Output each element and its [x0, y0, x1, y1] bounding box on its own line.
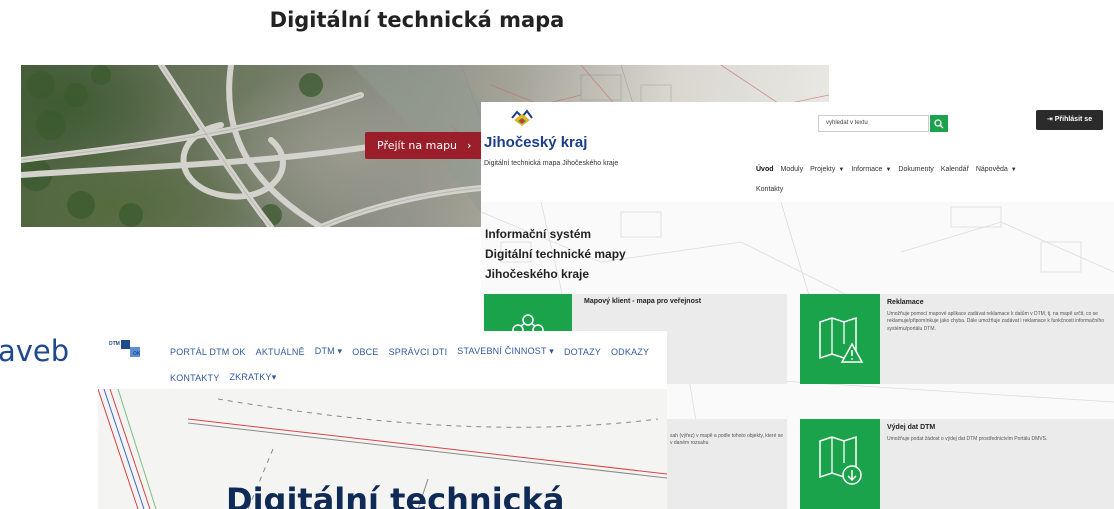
map-download-icon: [819, 435, 862, 485]
jk-search-input[interactable]: vyhledat v textu: [818, 115, 929, 132]
dtm-logo-top: DTM: [109, 341, 120, 347]
search-icon: [934, 119, 944, 129]
card-title: Mapový klient - mapa pro veřejnost: [584, 298, 702, 305]
menu-item-portal[interactable]: PORTÁL DTM OK: [170, 347, 256, 357]
caret-down-icon: ▼: [838, 166, 845, 173]
card-vydej-dat[interactable]: Výdej dat DTM Umožňuje podat žádost o vý…: [800, 419, 1114, 509]
nav-item-projekty-label: Projekty: [810, 165, 836, 173]
caret-down-icon: ▼: [1010, 166, 1017, 173]
nav-item-dokumenty[interactable]: Dokumenty: [898, 166, 940, 173]
dtm-ok-logo[interactable]: DTM OK: [109, 337, 145, 366]
jk-login-label: Přihlásit se: [1054, 116, 1093, 123]
jk-subtitle: Digitální technická mapa Jihočeského kra…: [484, 160, 619, 167]
jk-header: Jihočeský kraj Digitální technická mapa …: [481, 102, 1114, 202]
menu-item-spravci[interactable]: SPRÁVCI DTI: [389, 347, 458, 357]
heading-line: Digitální technické mapy: [485, 247, 626, 261]
nav-item-napoveda[interactable]: Nápověda ▼: [976, 166, 1024, 173]
menu-item-dotazy[interactable]: DOTAZY: [564, 347, 611, 357]
card-icon-box: [800, 294, 880, 384]
nav-item-kontakty[interactable]: Kontakty: [756, 186, 790, 193]
chevron-right-icon: ›: [467, 139, 472, 152]
card-description: Umožňuje podat žádost o výdej dat DTM pr…: [887, 436, 1048, 442]
jk-search-button[interactable]: [930, 115, 948, 132]
card-reklamace[interactable]: Reklamace Umožňuje pomocí mapové aplikac…: [800, 294, 1114, 384]
jk-login-button[interactable]: ⇥ Přihlásit se: [1036, 110, 1103, 130]
nav-item-projekty[interactable]: Projekty ▼: [810, 166, 851, 173]
heading-line: Informační systém: [485, 227, 592, 241]
jk-brand-name[interactable]: Jihočeský kraj: [484, 134, 587, 151]
map-warning-icon: [819, 316, 864, 363]
caret-down-icon: ▼: [885, 166, 892, 173]
go-to-map-button[interactable]: Přejít na mapu ›: [365, 132, 484, 159]
menu-item-dtm[interactable]: DTM ▾: [315, 346, 353, 357]
menu-item-obce[interactable]: OBCE: [352, 347, 388, 357]
dtm-main-menu: PORTÁL DTM OK AKTUÁLNĚ DTM ▾ OBCE SPRÁVC…: [170, 342, 659, 394]
nav-item-moduly[interactable]: Moduly: [781, 166, 811, 173]
nav-item-informace-label: Informace: [851, 165, 883, 173]
menu-item-odkazy[interactable]: ODKAZY: [611, 347, 659, 357]
go-to-map-label: Přejít na mapu: [377, 139, 458, 152]
card-title: Výdej dat DTM: [887, 424, 936, 431]
dtm-logo-bottom: OK: [133, 351, 141, 357]
heading-line: Jihočeského kraje: [485, 267, 590, 281]
dtm-nav-bar: DTM OK PORTÁL DTM OK AKTUÁLNĚ DTM ▾ OBCE…: [98, 331, 667, 389]
dtm-hero-title: Digitální technická: [226, 481, 565, 509]
nav-item-informace[interactable]: Informace ▼: [851, 166, 898, 173]
menu-item-stavebni[interactable]: STAVEBNÍ ČINNOST ▾: [457, 346, 564, 357]
jk-main-nav: Úvod Moduly Projekty ▼ Informace ▼ Dokumen…: [756, 159, 1106, 199]
nav-item-napoveda-label: Nápověda: [975, 165, 1008, 173]
card-description: sah (výřez) v mapě a podle tohoto objekt…: [670, 433, 784, 447]
dtm-ok-portal-window: DTM OK PORTÁL DTM OK AKTUÁLNĚ DTM ▾ OBCE…: [98, 331, 667, 509]
nav-item-uvod[interactable]: Úvod: [756, 166, 781, 173]
jk-main-heading: Informační systém Digitální technické ma…: [485, 224, 626, 284]
nav-item-kalendar[interactable]: Kalendář: [941, 166, 976, 173]
partial-heading-text: aveb: [0, 334, 70, 368]
page-title: Digitální technická mapa: [269, 8, 565, 32]
card-description: Umožňuje pomocí mapové aplikace zadávat …: [887, 311, 1105, 332]
card-icon-box: [800, 419, 880, 509]
menu-item-zkratky[interactable]: ZKRATKY▾: [229, 372, 286, 383]
sign-in-icon: ⇥: [1046, 116, 1053, 123]
jk-logo-icon: [511, 109, 533, 126]
menu-item-kontakty[interactable]: KONTAKTY: [170, 373, 229, 383]
menu-item-aktualne[interactable]: AKTUÁLNĚ: [256, 347, 315, 357]
card-title: Reklamace: [887, 299, 924, 306]
